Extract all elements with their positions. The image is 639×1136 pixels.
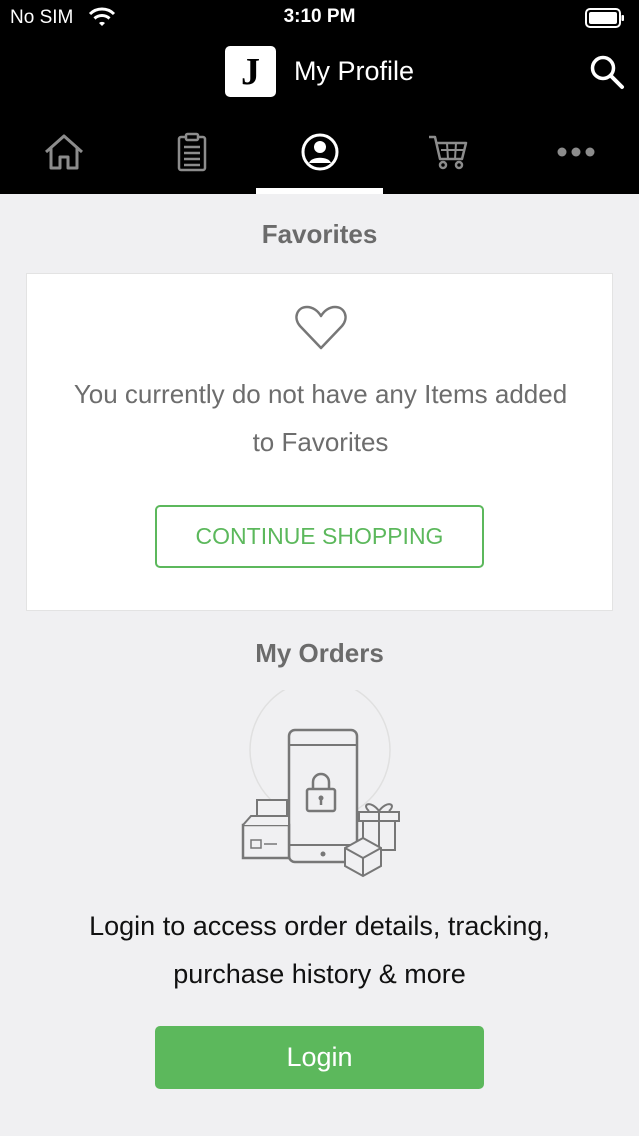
clipboard-icon xyxy=(177,132,206,172)
favorites-title: Favorites xyxy=(261,219,378,249)
battery-icon xyxy=(585,8,624,28)
locked-phone-illustration xyxy=(241,690,400,878)
tab-orders[interactable] xyxy=(128,112,255,194)
favorites-empty-message: You currently do not have any Items adde… xyxy=(73,379,568,457)
tab-home[interactable] xyxy=(0,112,127,194)
clock: 3:10 PM xyxy=(283,6,356,27)
tab-profile[interactable] xyxy=(256,112,383,194)
home-icon xyxy=(44,134,83,170)
continue-shopping-button[interactable]: CONTINUE SHOPPING xyxy=(155,505,484,568)
login-button[interactable]: Login xyxy=(155,1026,484,1089)
cart-icon xyxy=(428,135,467,170)
app-header: J My Profile xyxy=(0,36,639,112)
orders-login-message: Login to access order details, tracking,… xyxy=(89,911,550,989)
tab-bar xyxy=(0,112,639,194)
profile-icon xyxy=(301,133,338,171)
status-bar: No SIM 3:10 PM xyxy=(0,0,639,36)
favorites-card: You currently do not have any Items adde… xyxy=(26,273,613,611)
orders-title: My Orders xyxy=(255,638,384,668)
logo-letter: J xyxy=(241,51,260,93)
active-tab-indicator xyxy=(256,188,383,194)
heart-icon xyxy=(295,305,347,350)
page-title: My Profile xyxy=(294,56,415,86)
brand-logo[interactable]: J xyxy=(225,46,276,97)
tab-cart[interactable] xyxy=(384,112,511,194)
search-icon[interactable] xyxy=(589,54,625,90)
more-icon xyxy=(557,147,594,157)
tab-more[interactable] xyxy=(512,112,639,194)
